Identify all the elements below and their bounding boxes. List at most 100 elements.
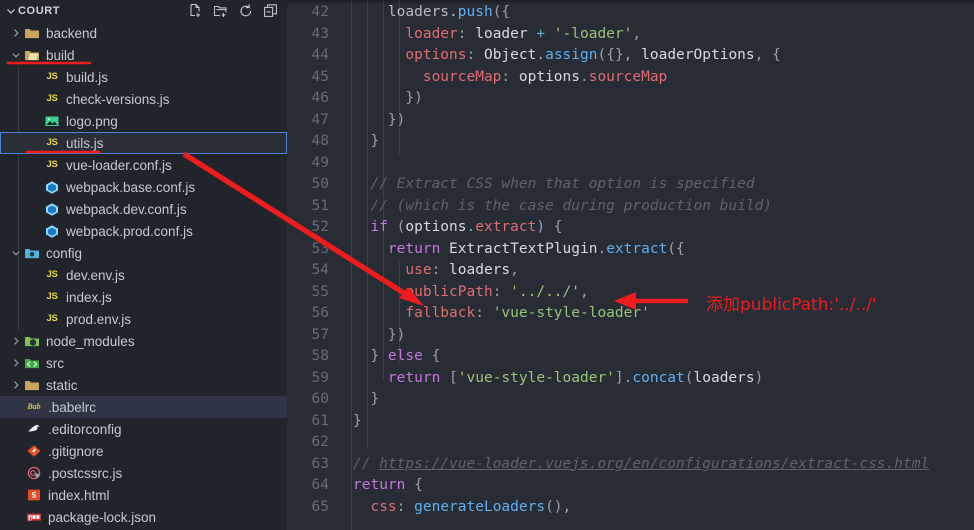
code-line: 50 // Extract CSS when that option is sp… — [287, 174, 974, 196]
code-source[interactable]: } — [339, 389, 379, 411]
code-source[interactable]: publicPath: '../../', — [339, 282, 588, 304]
tree-item-config[interactable]: config — [0, 242, 287, 264]
line-number: 53 — [311, 240, 329, 257]
file-tree[interactable]: backend build JS build.js JS check-versions.j… — [0, 22, 287, 528]
tree-item-label: .editorconfig — [48, 421, 122, 437]
code-line: 44 options: Object.assign({}, loaderOpti… — [287, 45, 974, 67]
code-token: loaders. — [353, 4, 458, 20]
tree-item-src[interactable]: src — [0, 352, 287, 374]
tree-item-backend[interactable]: backend — [0, 22, 287, 44]
line-number: 42 — [311, 4, 329, 20]
code-token: concat — [632, 369, 685, 386]
code-token: 'vue-style-loader' — [492, 305, 650, 321]
code-source[interactable]: fallback: 'vue-style-loader' — [339, 303, 650, 325]
npm-icon — [26, 509, 42, 525]
tree-item-build[interactable]: build — [0, 44, 287, 66]
explorer-sidebar: COURT backend build JS build.js JS check… — [0, 0, 287, 530]
chevron-right-icon[interactable] — [8, 28, 24, 38]
line-number: 57 — [311, 326, 329, 343]
tree-item-package-lock-json[interactable]: package-lock.json — [0, 506, 287, 528]
tree-item-editorconfig[interactable]: .editorconfig — [0, 418, 287, 440]
code-source[interactable]: // https://vue-loader.vuejs.org/en/confi… — [339, 454, 929, 476]
code-source[interactable]: } — [339, 411, 362, 433]
tree-item-vue-loader-conf-js[interactable]: JS vue-loader.conf.js — [0, 154, 287, 176]
tree-item-label: utils.js — [66, 135, 104, 151]
tree-item-index-html[interactable]: 5 index.html — [0, 484, 287, 506]
chevron-down-icon[interactable] — [8, 50, 24, 60]
collapse-all-icon[interactable] — [263, 3, 279, 19]
code-source[interactable]: // Extract CSS when that option is speci… — [339, 174, 754, 196]
code-source[interactable]: use: loaders, — [339, 260, 519, 282]
js-icon: JS — [46, 291, 58, 303]
webpack-icon — [44, 201, 60, 217]
tree-item-static[interactable]: static — [0, 374, 287, 396]
code-source[interactable]: } else { — [339, 346, 440, 368]
tree-item-label: src — [46, 355, 64, 371]
code-line: 51 // (which is the case during producti… — [287, 196, 974, 218]
code-token: options — [353, 47, 467, 63]
code-source[interactable]: if (options.extract) { — [339, 217, 562, 239]
code-token: loaders — [693, 369, 755, 386]
webpack-icon — [44, 179, 60, 195]
code-token: + — [536, 25, 546, 42]
code-source[interactable]: sourceMap: options.sourceMap — [339, 67, 667, 89]
code-editor[interactable]: 42 loaders.push({43 loader: loader + '-l… — [287, 0, 974, 530]
tree-item-babelrc[interactable]: Bab .babelrc — [0, 396, 287, 418]
explorer-header[interactable]: COURT — [0, 0, 287, 22]
new-folder-icon[interactable] — [213, 3, 229, 19]
js-icon: JS — [46, 313, 58, 325]
code-token: generateLoaders — [414, 498, 546, 515]
refresh-icon[interactable] — [238, 3, 254, 19]
code-source[interactable]: } — [339, 131, 379, 153]
chevron-right-icon[interactable] — [8, 358, 24, 368]
code-source[interactable]: }) — [339, 88, 422, 110]
code-source[interactable]: options: Object.assign({}, loaderOptions… — [339, 45, 780, 67]
code-token: : — [501, 68, 519, 85]
code-token: options — [405, 219, 467, 235]
tree-item-check-versions-js[interactable]: JS check-versions.js — [0, 88, 287, 110]
tree-item-webpack-prod-conf-js[interactable]: webpack.prod.conf.js — [0, 220, 287, 242]
new-file-icon[interactable] — [188, 3, 204, 19]
tree-item-label: webpack.prod.conf.js — [66, 223, 193, 239]
code-source[interactable]: // (which is the case during production … — [339, 196, 772, 218]
chevron-down-icon[interactable] — [8, 248, 24, 258]
tree-item-webpack-dev-conf-js[interactable]: webpack.dev.conf.js — [0, 198, 287, 220]
line-number: 62 — [311, 434, 329, 450]
tree-item-webpack-base-conf-js[interactable]: webpack.base.conf.js — [0, 176, 287, 198]
tree-item-utils-js[interactable]: JS utils.js — [0, 132, 287, 154]
line-number: 59 — [311, 369, 329, 386]
code-token: return — [353, 240, 441, 257]
tree-item-node-modules[interactable]: node_modules — [0, 330, 287, 352]
code-source[interactable]: return { — [339, 475, 423, 497]
tree-item-prod-env-js[interactable]: JS prod.env.js — [0, 308, 287, 330]
chevron-right-icon[interactable] — [8, 380, 24, 390]
tree-item-logo-png[interactable]: logo.png — [0, 110, 287, 132]
tree-item-label: config — [46, 245, 83, 261]
code-source[interactable]: loaders.push({ — [339, 2, 510, 24]
line-number: 52 — [311, 219, 329, 235]
code-line: 48 } — [287, 131, 974, 153]
tree-item-index-js[interactable]: JS index.js — [0, 286, 287, 308]
code-token: . — [466, 219, 476, 235]
code-token: extract — [606, 240, 668, 257]
code-token: return — [353, 369, 441, 386]
tree-item-gitignore[interactable]: .gitignore — [0, 440, 287, 462]
line-number: 63 — [311, 455, 329, 472]
code-source[interactable]: }) — [339, 110, 405, 132]
code-source[interactable]: }) — [339, 325, 405, 347]
line-number: 61 — [311, 412, 329, 429]
tree-item-postcssrc-js[interactable]: .postcssrc.js — [0, 462, 287, 484]
tree-item-label: logo.png — [66, 113, 118, 129]
chevron-down-icon[interactable] — [4, 6, 18, 16]
line-number: 56 — [311, 305, 329, 321]
code-source[interactable]: css: generateLoaders(), — [339, 497, 571, 519]
code-source[interactable]: loader: loader + '-loader', — [339, 24, 641, 46]
code-source[interactable]: return ['vue-style-loader'].concat(loade… — [339, 368, 763, 390]
code-token: : — [492, 283, 511, 300]
tree-item-dev-env-js[interactable]: JS dev.env.js — [0, 264, 287, 286]
babel-icon: Bab — [27, 402, 41, 411]
code-source[interactable]: return ExtractTextPlugin.extract({ — [339, 239, 685, 261]
chevron-right-icon[interactable] — [8, 336, 24, 346]
code-token: '-loader' — [545, 25, 633, 42]
tree-item-build-js[interactable]: JS build.js — [0, 66, 287, 88]
